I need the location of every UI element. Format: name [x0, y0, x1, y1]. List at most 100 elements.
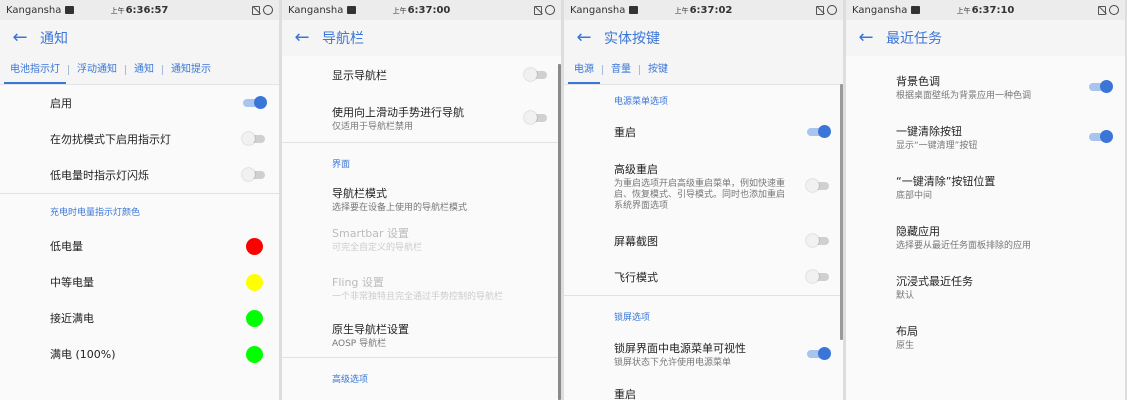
setting-summary: 可完全自定义的导航栏 — [332, 242, 423, 253]
color-low[interactable]: 低电量 — [0, 228, 279, 264]
setting-enable[interactable]: 启用 — [0, 85, 279, 121]
setting-summary: 显示“一键清理”按钮 — [896, 140, 978, 151]
setting-summary: 一个非常独特且完全通过手势控制的导航栏 — [332, 291, 504, 302]
time-label: 6:36:57 — [125, 4, 169, 16]
setting-summary: AOSP 导航栏 — [332, 338, 387, 349]
tab-volume[interactable]: 音量 — [611, 56, 631, 84]
ampm-label: 上午 — [392, 6, 407, 15]
color-full[interactable]: 满电 (100%) — [0, 336, 279, 372]
tab-notifications[interactable]: 通知 — [134, 56, 154, 84]
color-swatch-green[interactable] — [246, 309, 263, 327]
setting-summary: 原生 — [896, 340, 915, 351]
setting-clear-all[interactable]: 一键清除按钮显示“一键清理”按钮 — [846, 112, 1125, 162]
setting-native-nav[interactable]: 原生导航栏设置 AOSP 导航栏 — [282, 313, 561, 357]
setting-screenshot[interactable]: 屏幕截图 — [564, 223, 843, 259]
setting-airplane[interactable]: 飞行模式 — [564, 259, 843, 295]
carrier-label: Kangansha — [6, 4, 62, 16]
setting-advanced-reboot[interactable]: 高级重启 为重启选项开启高级重启菜单，例如快速重启、恢复模式、引导模式。同时也添加… — [564, 149, 843, 223]
setting-summary: 锁屏状态下允许使用电源菜单 — [614, 357, 732, 368]
enable-toggle[interactable] — [243, 96, 267, 109]
setting-label: 在勿扰模式下启用指示灯 — [50, 133, 171, 146]
back-arrow-icon[interactable]: ← — [0, 20, 40, 56]
setting-summary: 选择要从最近任务面板排除的应用 — [896, 240, 1032, 251]
setting-reboot-partial[interactable]: 重启 — [564, 372, 843, 400]
reboot-toggle[interactable] — [807, 125, 831, 138]
page-title: 导航栏 — [322, 31, 364, 47]
show-nav-toggle[interactable] — [524, 68, 547, 81]
circle-icon — [1109, 5, 1119, 15]
setting-label: 满电 (100%) — [50, 348, 116, 361]
time-label: 6:37:10 — [971, 4, 1015, 16]
carrier-label: Kangansha — [288, 4, 344, 16]
setting-label: 显示导航栏 — [332, 69, 387, 82]
setting-low-blink[interactable]: 低电量时指示灯闪烁 — [0, 157, 279, 193]
status-bar: Kangansha 上午6:37:10 — [846, 0, 1125, 20]
setting-clear-position[interactable]: “一键清除”按钮位置 底部中间 — [846, 162, 1125, 212]
color-mid[interactable]: 中等电量 — [0, 264, 279, 300]
tab-heads-up[interactable]: 浮动通知 — [77, 56, 117, 84]
section-header: 高级选项 — [332, 374, 369, 385]
setting-bg-tint[interactable]: 背景色调 根据桌面壁纸为背景应用一种色调 — [846, 62, 1125, 112]
no-sim-icon — [816, 5, 824, 15]
color-swatch-yellow[interactable] — [246, 273, 263, 291]
setting-label: 背景色调 — [896, 74, 940, 88]
section-header: 电源菜单选项 — [614, 96, 669, 107]
tab-power[interactable]: 电源 — [568, 56, 600, 84]
image-icon — [65, 6, 75, 14]
color-swatch-red[interactable] — [246, 237, 263, 255]
setting-immersive[interactable]: 沉浸式最近任务 默认 — [846, 262, 1125, 312]
setting-label: 使用向上滑动手势进行导航 — [332, 105, 464, 119]
scrollbar[interactable] — [840, 84, 843, 340]
page-title: 实体按键 — [604, 31, 660, 47]
setting-lock-visibility[interactable]: 锁屏界面中电源菜单可视性 锁屏状态下允许使用电源菜单 — [564, 336, 843, 372]
setting-layout[interactable]: 布局 原生 — [846, 312, 1125, 362]
back-arrow-icon[interactable]: ← — [282, 20, 322, 56]
setting-label: 一键清除按钮 — [896, 124, 962, 138]
color-near-full[interactable]: 接近满电 — [0, 300, 279, 336]
airplane-toggle[interactable] — [806, 270, 829, 283]
setting-label: 低电量 — [50, 240, 83, 253]
swipe-nav-toggle[interactable] — [524, 111, 547, 124]
setting-label: 隐藏应用 — [896, 224, 940, 238]
bg-tint-toggle[interactable] — [1089, 80, 1113, 93]
color-swatch-green[interactable] — [246, 345, 263, 363]
app-bar: ← 导航栏 — [282, 20, 561, 56]
page-title: 最近任务 — [886, 31, 942, 47]
back-arrow-icon[interactable]: ← — [846, 20, 886, 56]
setting-swipe-nav[interactable]: 使用向上滑动手势进行导航 仅适用于导航栏禁用 — [282, 94, 561, 142]
advanced-reboot-toggle[interactable] — [806, 179, 829, 192]
time-label: 6:37:02 — [689, 4, 733, 16]
tab-keys[interactable]: 按键 — [648, 56, 668, 84]
lock-visibility-toggle[interactable] — [807, 347, 831, 360]
setting-label: 导航栏模式 — [332, 186, 387, 200]
setting-label: Fling 设置 — [332, 275, 384, 289]
image-icon — [911, 6, 921, 14]
no-sim-icon — [252, 5, 260, 15]
status-bar: Kangansha 上午6:36:57 — [0, 0, 279, 20]
setting-summary: 仅适用于导航栏禁用 — [332, 121, 414, 132]
tab-bar: 电源 音量 按键 — [564, 56, 843, 85]
ampm-label: 上午 — [674, 6, 689, 15]
setting-label: 重启 — [614, 126, 636, 139]
tab-battery-light[interactable]: 电池指示灯 — [4, 56, 66, 84]
image-icon — [347, 6, 357, 14]
setting-dnd-light[interactable]: 在勿扰模式下启用指示灯 — [0, 121, 279, 157]
section-header: 界面 — [332, 159, 351, 170]
setting-reboot[interactable]: 重启 — [564, 115, 843, 149]
clear-all-toggle[interactable] — [1089, 130, 1113, 143]
setting-show-nav[interactable]: 显示导航栏 — [282, 56, 561, 94]
screenshot-toggle[interactable] — [806, 234, 829, 247]
setting-fling: Fling 设置一个非常独特且完全通过手势控制的导航栏 — [282, 263, 561, 313]
back-arrow-icon[interactable]: ← — [564, 20, 604, 56]
setting-nav-mode[interactable]: 导航栏模式 选择要在设备上使用的导航栏模式 — [282, 183, 561, 215]
scrollbar[interactable] — [558, 64, 561, 400]
setting-hidden-apps[interactable]: 隐藏应用选择要从最近任务面板排除的应用 — [846, 212, 1125, 262]
app-bar: ← 实体按键 — [564, 20, 843, 56]
no-sim-icon — [534, 5, 542, 15]
low-blink-toggle[interactable] — [242, 168, 265, 181]
carrier-label: Kangansha — [852, 4, 908, 16]
tab-notification-alerts[interactable]: 通知提示 — [171, 56, 211, 84]
setting-label: 重启 — [614, 388, 636, 400]
setting-label: 沉浸式最近任务 — [896, 274, 973, 288]
dnd-light-toggle[interactable] — [242, 132, 265, 145]
